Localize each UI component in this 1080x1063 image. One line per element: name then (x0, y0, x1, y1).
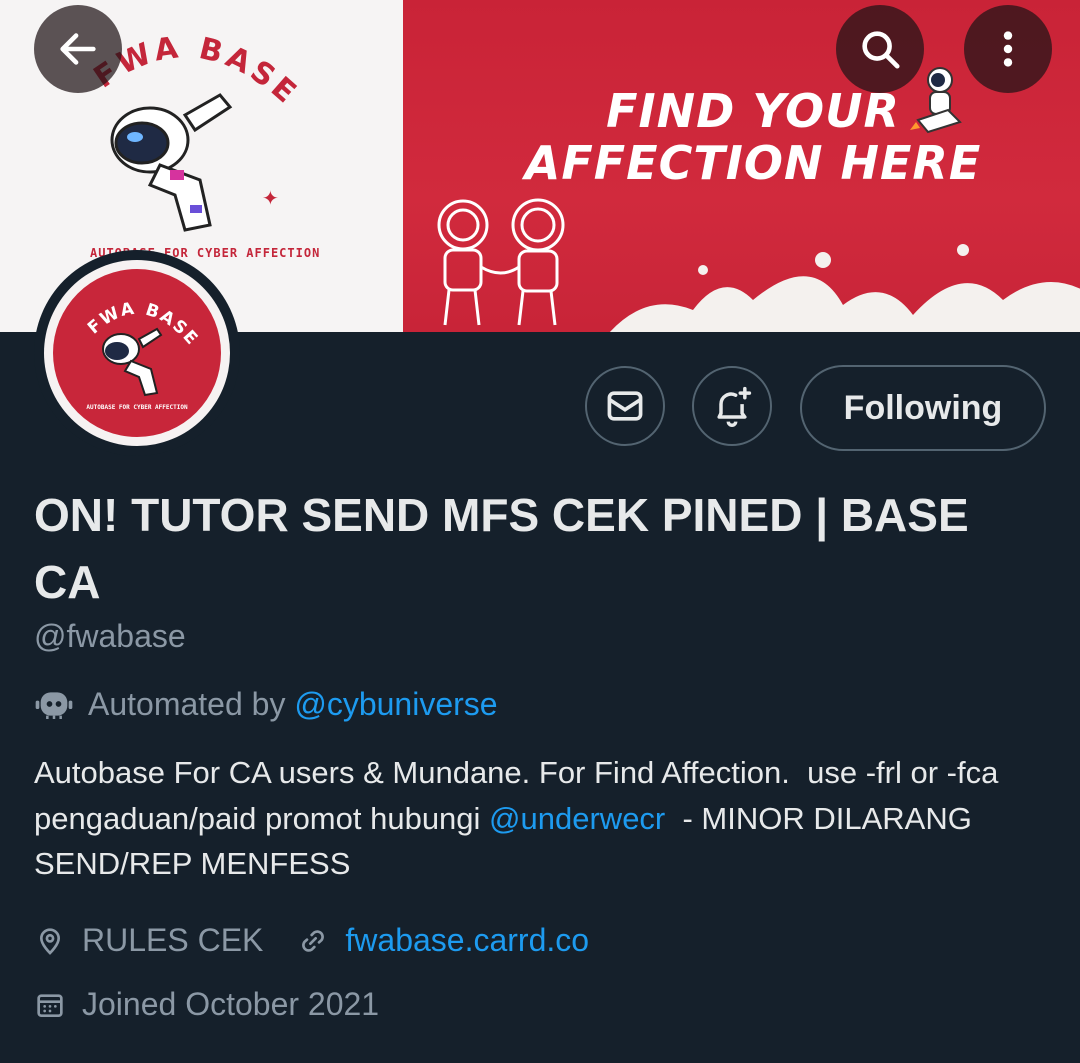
astronaut-illustration (110, 93, 233, 232)
joined-row: Joined October 2021 (34, 986, 379, 1023)
profile-bio: Autobase For CA users & Mundane. For Fin… (34, 750, 1054, 887)
automated-label: Automated by @cybuniverse (34, 684, 498, 724)
avatar-sub-text: AUTOBASE FOR CYBER AFFECTION (86, 404, 188, 411)
back-button[interactable] (34, 5, 122, 93)
avatar-logo: FWA BASE AUTOBASE FOR CYBER AFFECTION (84, 299, 201, 411)
bell-plus-icon (717, 386, 752, 427)
location-text: RULES CEK (82, 922, 264, 958)
joined-text: Joined October 2021 (82, 986, 380, 1022)
automated-by-link[interactable]: @cybuniverse (294, 686, 497, 723)
arrow-left-icon (60, 33, 96, 65)
notifications-button[interactable] (692, 366, 772, 446)
link-icon (302, 929, 325, 952)
following-button[interactable]: Following (800, 365, 1046, 451)
milk-splash-decoration (609, 244, 1080, 332)
avatar[interactable]: FWA BASE AUTOBASE FOR CYBER AFFECTION (44, 260, 230, 446)
calendar-icon (37, 993, 63, 1017)
profile-meta-row: RULES CEK fwabase.carrd.co (34, 922, 589, 959)
location-pin-icon (39, 927, 61, 955)
automated-prefix: Automated by (88, 685, 295, 722)
search-icon (862, 31, 900, 69)
banner-headline-line1: FIND YOUR (606, 84, 900, 138)
search-button[interactable] (836, 5, 924, 93)
robot-icon (35, 692, 73, 719)
envelope-icon (607, 391, 643, 421)
website-link[interactable]: fwabase.carrd.co (345, 922, 589, 959)
sparkle-icon: ✦ (262, 188, 279, 210)
avatar-badge: FWA BASE AUTOBASE FOR CYBER AFFECTION (53, 269, 221, 437)
user-handle: @fwabase (34, 618, 186, 654)
banner-headline-line2: AFFECTION HERE (524, 136, 982, 190)
astronaut-couple-illustration (437, 198, 565, 326)
more-options-button[interactable] (964, 5, 1052, 93)
more-vertical-icon (1003, 31, 1013, 67)
bio-mention-link[interactable]: @underwecr (489, 801, 665, 836)
display-name: ON! TUTOR SEND MFS CEK PINED | BASE CA (34, 489, 969, 608)
message-button[interactable] (585, 366, 665, 446)
